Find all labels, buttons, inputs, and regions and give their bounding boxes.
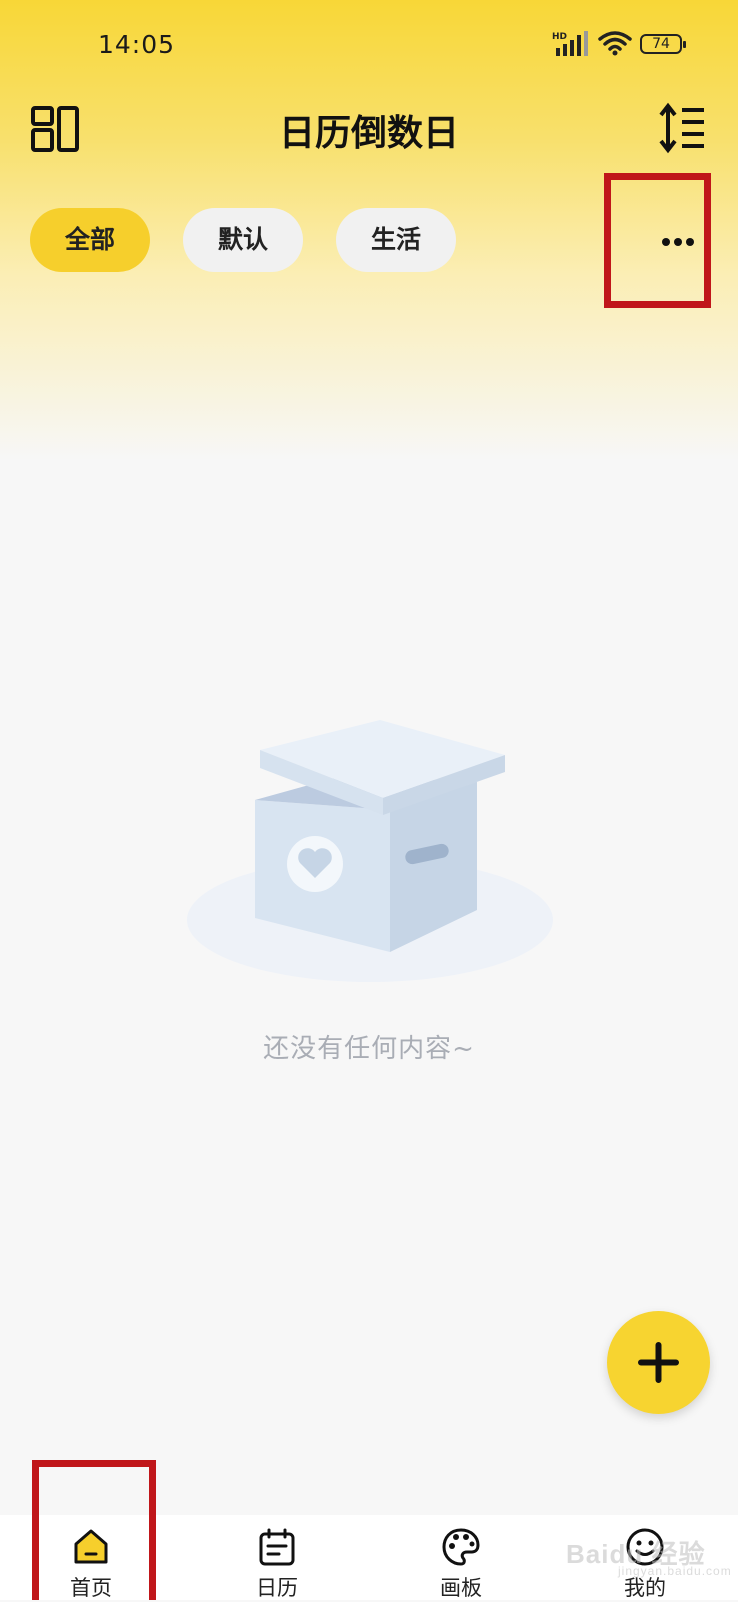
nav-label-palette: 画板 xyxy=(440,1576,482,1600)
battery-indicator: 74 xyxy=(640,34,686,54)
empty-state-message: 还没有任何内容~ xyxy=(263,1034,475,1064)
empty-box-illustration xyxy=(187,720,553,982)
highlight-box-more xyxy=(604,173,711,308)
highlight-box-home xyxy=(32,1460,156,1600)
status-time: 14:05 xyxy=(98,30,176,59)
status-bar: 14:05 HD 74 xyxy=(0,0,738,90)
network-type-label: HD xyxy=(552,32,567,42)
app-header: 日历倒数日 xyxy=(0,96,738,166)
nav-item-calendar[interactable]: 日历 xyxy=(227,1515,327,1600)
nav-label-calendar: 日历 xyxy=(256,1576,298,1600)
tab-default[interactable]: 默认 xyxy=(183,208,303,272)
signal-icon: HD xyxy=(552,31,588,56)
watermark-subtext: jingyan.baidu.com xyxy=(618,1564,732,1578)
page-title: 日历倒数日 xyxy=(278,113,459,154)
watermark: Baidu 经验 jingyan.baidu.com xyxy=(566,1534,731,1578)
wifi-icon xyxy=(598,31,632,56)
palette-icon xyxy=(442,1528,480,1566)
add-button[interactable] xyxy=(607,1311,710,1414)
tab-life[interactable]: 生活 xyxy=(336,208,456,272)
plus-icon xyxy=(638,1342,679,1383)
nav-item-palette[interactable]: 画板 xyxy=(411,1515,511,1600)
tab-all[interactable]: 全部 xyxy=(30,208,150,272)
calendar-icon xyxy=(259,1528,295,1566)
sort-icon[interactable] xyxy=(658,102,708,156)
